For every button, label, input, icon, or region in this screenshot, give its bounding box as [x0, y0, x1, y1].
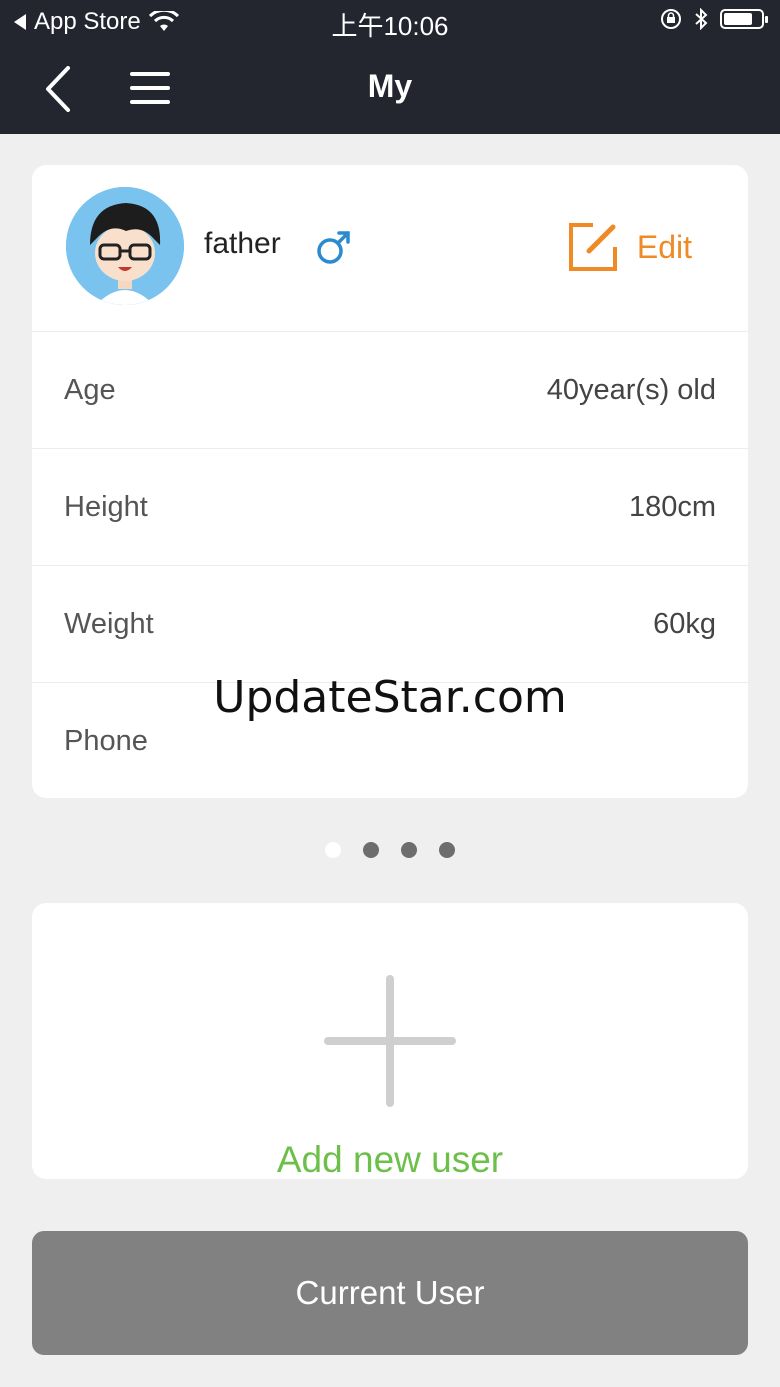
- info-row-age: Age 40year(s) old: [32, 332, 748, 449]
- height-value: 180cm: [628, 491, 716, 523]
- page-dot[interactable]: [363, 842, 379, 858]
- status-bar: App Store 上午10:06: [0, 0, 780, 44]
- weight-value: 60kg: [653, 608, 716, 640]
- avatar[interactable]: [66, 187, 184, 305]
- phone-label: Phone: [64, 725, 148, 757]
- info-row-phone: Phone: [32, 683, 748, 799]
- age-value: 40year(s) old: [546, 374, 716, 406]
- current-user-button[interactable]: Current User: [32, 1231, 748, 1355]
- battery-icon: [720, 9, 768, 29]
- add-new-user-label: Add new user: [276, 1139, 504, 1180]
- info-row-height: Height 180cm: [32, 449, 748, 566]
- weight-label: Weight: [64, 608, 154, 640]
- orientation-lock-icon: [661, 9, 681, 29]
- page-indicator: [0, 842, 780, 858]
- edit-profile-button[interactable]: Edit: [567, 221, 692, 273]
- info-row-weight: Weight 60kg: [32, 566, 748, 683]
- male-gender-icon: [317, 231, 350, 264]
- edit-icon: [568, 223, 617, 271]
- height-label: Height: [64, 491, 148, 523]
- age-label: Age: [64, 374, 116, 406]
- avatar-illustration-icon: [66, 187, 184, 305]
- nav-bar: My: [0, 44, 780, 134]
- plus-icon: [324, 975, 456, 1107]
- page-dot[interactable]: [325, 842, 341, 858]
- page-dot[interactable]: [401, 842, 417, 858]
- user-name: father: [204, 227, 281, 260]
- page-dot[interactable]: [439, 842, 455, 858]
- add-new-user-card[interactable]: Add new user: [32, 903, 748, 1180]
- bluetooth-icon: [695, 8, 708, 30]
- page-title: My: [367, 68, 413, 104]
- edit-label: Edit: [636, 228, 692, 265]
- profile-header: father Edit: [32, 165, 748, 332]
- status-right-group: [660, 8, 768, 30]
- profile-card: father Edit Age 40year(s) old Height 180…: [32, 165, 748, 798]
- current-user-label: Current User: [295, 1274, 485, 1311]
